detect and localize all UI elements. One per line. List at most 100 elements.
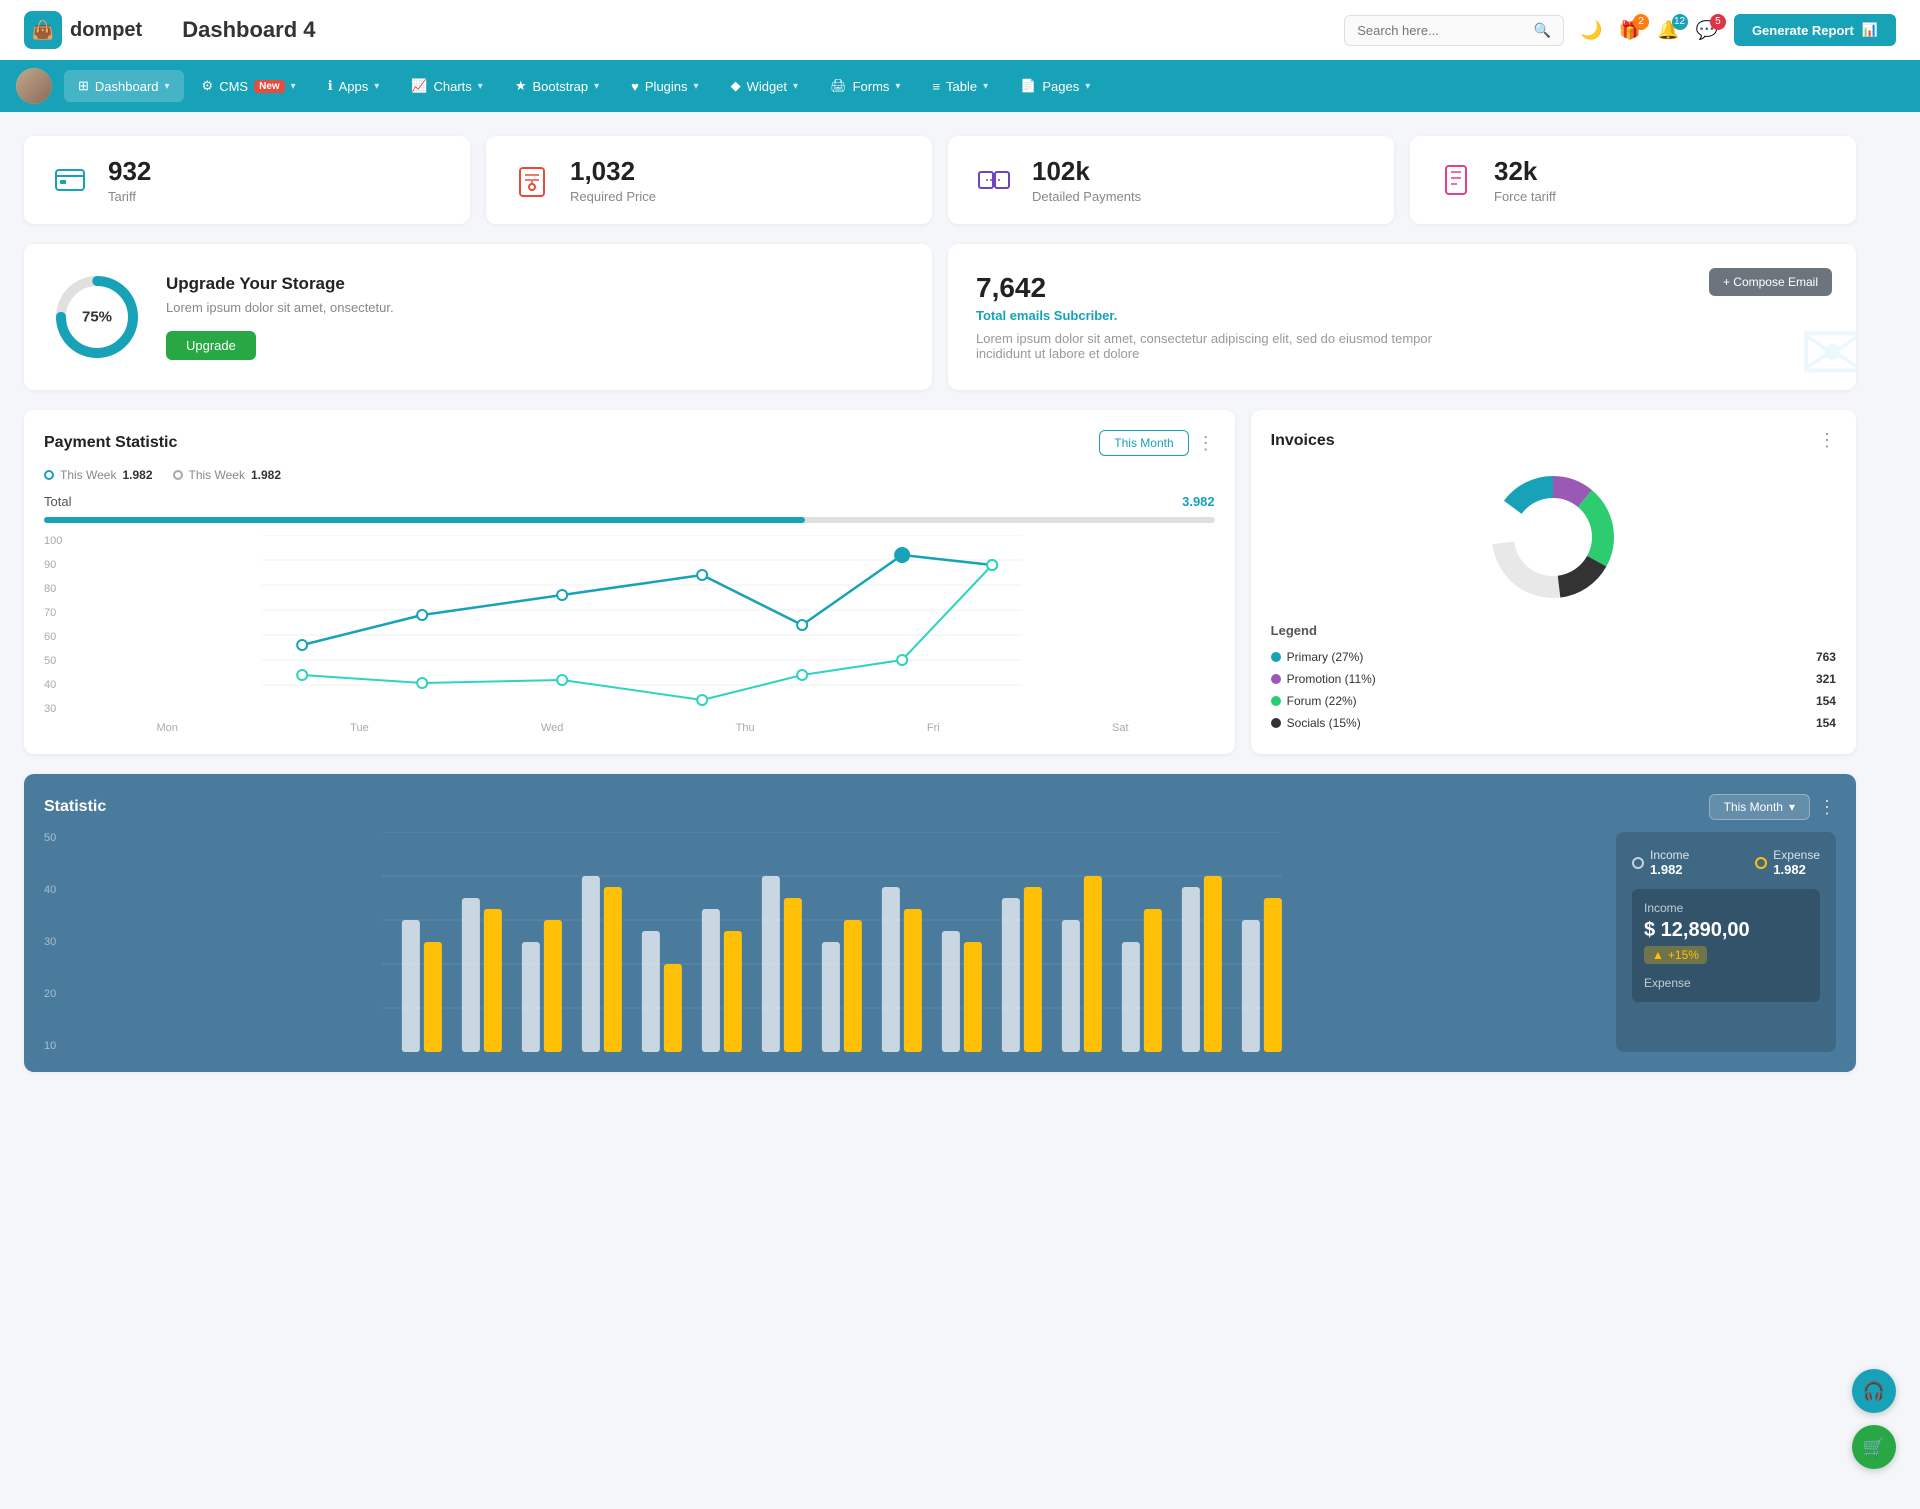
gift-button[interactable]: 🎁 2 — [1619, 20, 1641, 41]
bell-button[interactable]: 🔔 12 — [1657, 20, 1679, 41]
logo-icon: 👜 — [24, 11, 62, 49]
nav-item-dashboard[interactable]: ⊞ Dashboard ▾ — [64, 70, 184, 102]
tariff-number: 932 — [108, 156, 151, 187]
chevron-down-icon-table: ▾ — [983, 81, 988, 92]
total-progress-fill — [44, 517, 805, 523]
nav-item-cms[interactable]: ⚙ CMS New ▾ — [188, 70, 310, 102]
tariff-info: 932 Tariff — [108, 156, 151, 204]
nav-item-forms[interactable]: 🖨 Forms ▾ — [816, 70, 914, 102]
force-tariff-info: 32k Force tariff — [1494, 156, 1556, 204]
statistic-controls: This Month ▾ ⋮ — [1709, 794, 1836, 820]
inv-dot-socials — [1271, 718, 1281, 728]
page-title: Dashboard 4 — [182, 17, 315, 43]
search-icon[interactable]: 🔍 — [1534, 22, 1551, 39]
statistic-more-button[interactable]: ⋮ — [1818, 797, 1836, 818]
main-content: 932 Tariff 1,032 Required Price 102k Det… — [0, 112, 1880, 1116]
upgrade-button[interactable]: Upgrade — [166, 331, 256, 360]
nav-avatar — [16, 68, 52, 104]
inv-legend-promotion: Promotion (11%) 321 — [1271, 668, 1836, 690]
force-tariff-icon — [1434, 158, 1478, 202]
statistic-title: Statistic — [44, 798, 106, 816]
table-icon: ≡ — [932, 79, 940, 94]
statistic-card: Statistic This Month ▾ ⋮ 10 20 30 40 — [24, 774, 1856, 1072]
storage-desc: Lorem ipsum dolor sit amet, onsectetur. — [166, 300, 394, 315]
fab-headset-button[interactable]: 🎧 — [1852, 1369, 1896, 1413]
statistic-content: 10 20 30 40 50 — [44, 832, 1836, 1052]
nav-item-pages[interactable]: 📄 Pages ▾ — [1006, 70, 1104, 102]
detailed-payments-number: 102k — [1032, 156, 1141, 187]
inv-val-forum: 154 — [1816, 694, 1836, 708]
generate-report-button[interactable]: Generate Report 📊 — [1734, 14, 1896, 46]
chevron-down-icon-widget: ▾ — [793, 81, 798, 92]
cms-badge: New — [254, 80, 285, 93]
required-price-icon — [510, 158, 554, 202]
bar-chart-area: 10 20 30 40 50 — [44, 832, 1600, 1052]
statistic-month-button[interactable]: This Month ▾ — [1709, 794, 1810, 820]
line-chart-svg-wrap: Mon Tue Wed Thu Fri Sat — [70, 535, 1214, 734]
tariff-label: Tariff — [108, 189, 151, 204]
email-subtitle: Total emails Subcriber. — [976, 308, 1828, 323]
statistic-header: Statistic This Month ▾ ⋮ — [44, 794, 1836, 820]
income-legend-row: Income 1.982 Expense 1.982 — [1632, 848, 1820, 877]
chevron-down-icon-forms: ▾ — [895, 81, 900, 92]
income-box: Income $ 12,890,00 ▲ +15% Expense — [1632, 889, 1820, 1002]
invoices-title: Invoices — [1271, 432, 1335, 450]
income-panel: Income 1.982 Expense 1.982 Income $ — [1616, 832, 1836, 1052]
payment-statistic-controls: This Month ⋮ — [1099, 430, 1214, 456]
chat-badge: 5 — [1710, 14, 1726, 30]
nav-item-charts[interactable]: 📈 Charts ▾ — [397, 70, 497, 102]
email-card: 7,642 Total emails Subcriber. Lorem ipsu… — [948, 244, 1856, 390]
invoices-card: Invoices ⋮ Legend — [1251, 410, 1856, 754]
chevron-down-icon: ▾ — [165, 81, 170, 92]
plugins-icon: ♥ — [631, 79, 639, 94]
compose-email-button[interactable]: + Compose Email — [1709, 268, 1832, 296]
cms-icon: ⚙ — [202, 78, 214, 94]
payment-statistic-title: Payment Statistic — [44, 434, 177, 452]
legend-dot-1 — [44, 470, 54, 480]
chart-icon: 📊 — [1862, 22, 1878, 38]
nav-item-plugins[interactable]: ♥ Plugins ▾ — [617, 71, 712, 102]
income-legend-item: Income 1.982 — [1632, 848, 1689, 877]
nav-item-widget[interactable]: ◆ Widget ▾ — [717, 70, 813, 102]
email-desc: Lorem ipsum dolor sit amet, consectetur … — [976, 331, 1456, 361]
inv-val-promotion: 321 — [1816, 672, 1836, 686]
inv-val-primary: 763 — [1816, 650, 1836, 664]
search-bar[interactable]: 🔍 — [1344, 15, 1564, 46]
fab-cart-button[interactable]: 🛒 — [1852, 1425, 1896, 1469]
this-month-button[interactable]: This Month — [1099, 430, 1188, 456]
expense-legend-value: 1.982 — [1773, 862, 1820, 877]
income-legend-label: Income — [1650, 848, 1689, 862]
forms-icon: 🖨 — [830, 78, 847, 94]
more-options-button[interactable]: ⋮ — [1197, 433, 1215, 454]
inv-legend-socials: Socials (15%) 154 — [1271, 712, 1836, 734]
email-icon-bg: ✉ — [1799, 307, 1856, 390]
navbar: ⊞ Dashboard ▾ ⚙ CMS New ▾ ℹ Apps ▾ 📈 Cha… — [0, 60, 1920, 112]
invoices-more-button[interactable]: ⋮ — [1818, 430, 1836, 451]
required-price-info: 1,032 Required Price — [570, 156, 656, 204]
storage-donut: 75% — [52, 272, 142, 362]
invoices-donut-wrap — [1271, 467, 1836, 607]
inv-legend-forum: Forum (22%) 154 — [1271, 690, 1836, 712]
inv-dot-promotion — [1271, 674, 1281, 684]
required-price-label: Required Price — [570, 189, 656, 204]
nav-item-bootstrap[interactable]: ★ Bootstrap ▾ — [501, 70, 613, 102]
chevron-down-icon-plugins: ▾ — [694, 81, 699, 92]
detailed-payments-info: 102k Detailed Payments — [1032, 156, 1141, 204]
search-input[interactable] — [1357, 23, 1526, 38]
legend-val-1: 1.982 — [122, 468, 152, 482]
inv-legend-primary: Primary (27%) 763 — [1271, 646, 1836, 668]
storage-card: 75% Upgrade Your Storage Lorem ipsum dol… — [24, 244, 932, 390]
bell-badge: 12 — [1672, 14, 1688, 30]
total-label: Total — [44, 494, 71, 509]
moon-button[interactable]: 🌙 — [1580, 20, 1602, 41]
bootstrap-icon: ★ — [515, 78, 527, 94]
stat-cards-row: 932 Tariff 1,032 Required Price 102k Det… — [24, 136, 1856, 224]
detailed-payments-icon — [972, 158, 1016, 202]
nav-item-table[interactable]: ≡ Table ▾ — [918, 71, 1002, 102]
chat-button[interactable]: 💬 5 — [1696, 20, 1718, 41]
charts-icon: 📈 — [411, 78, 427, 94]
middle-row: 75% Upgrade Your Storage Lorem ipsum dol… — [24, 244, 1856, 390]
nav-item-apps[interactable]: ℹ Apps ▾ — [314, 70, 394, 102]
invoices-legend: Legend Primary (27%) 763 Promotion (11%)… — [1271, 623, 1836, 734]
stat-card-detailed-payments: 102k Detailed Payments — [948, 136, 1394, 224]
